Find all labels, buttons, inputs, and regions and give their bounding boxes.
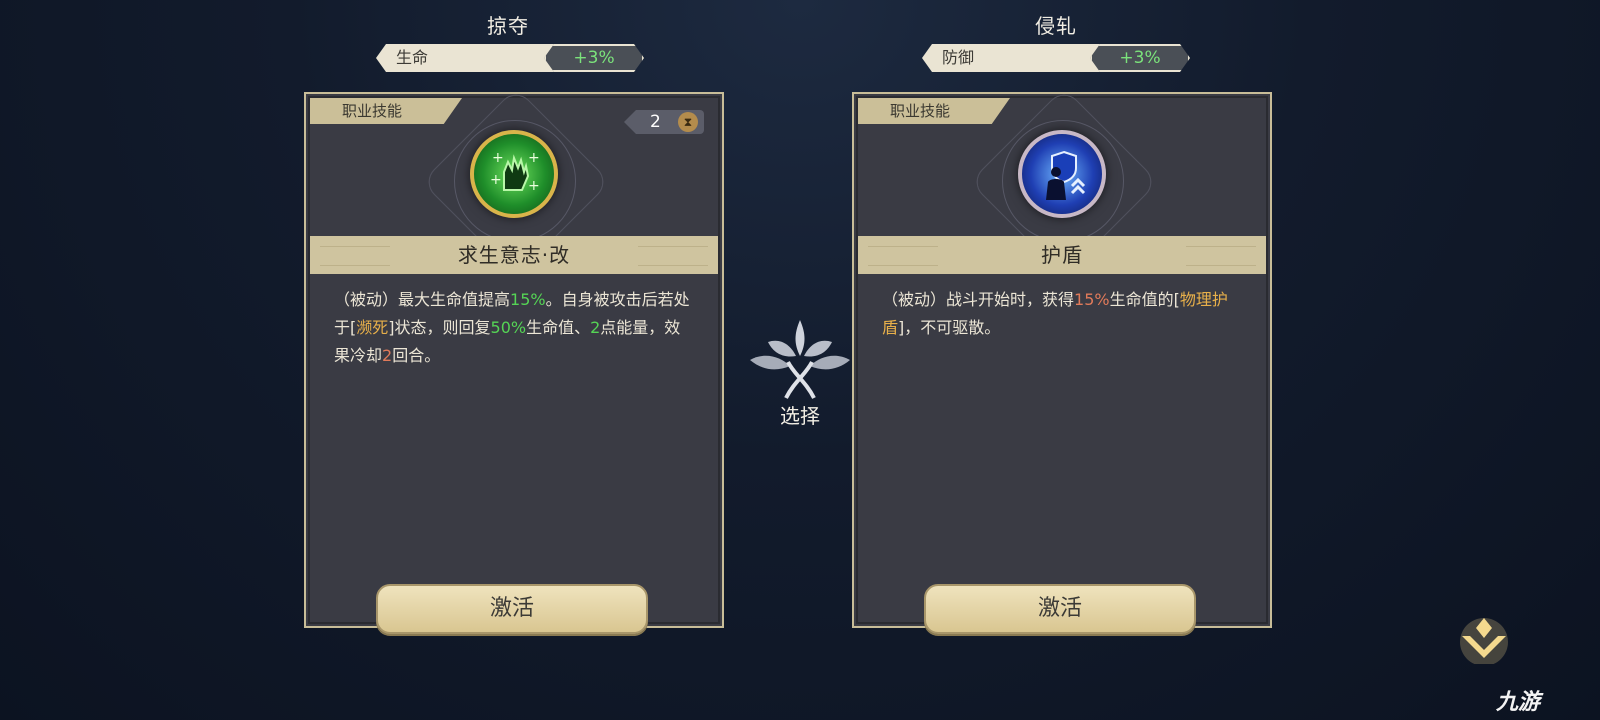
desc-segment: 濒死 [356,318,389,337]
ornament-right [638,246,708,266]
left-panel-title: 掠夺 [487,14,529,38]
watermark-logo: 九游 [1496,690,1541,715]
gloved-hand-heal-icon: + + + + [470,130,558,218]
left-stat-value: +3% [544,44,644,72]
right-skill-name-band: 护盾 [858,236,1266,274]
ornament-right [1186,246,1256,266]
select-tree-emblem[interactable] [736,312,864,402]
select-label[interactable]: 选择 [736,400,864,429]
desc-segment: 50% [490,318,527,337]
right-stat-label: 防御 [922,44,1102,72]
right-card-tab: 职业技能 [858,98,1010,124]
svg-text:+: + [528,150,540,166]
desc-segment: 2 [590,318,601,337]
desc-segment: ]状态，则回复 [388,318,491,337]
left-skill-name: 求生意志·改 [457,243,571,267]
left-activate-button[interactable]: 激活 [376,584,648,634]
left-skill-name-band: 求生意志·改 [310,236,718,274]
right-skill-card[interactable]: 职业技能 护盾 （被动）战斗开始时，获得15%生命值的[物理护盾]，不可驱散。 … [852,92,1272,634]
desc-segment: 生命值的[ [1109,290,1180,309]
shield-figure-icon [1018,130,1106,218]
right-stat-bar: 防御 +3% [922,44,1190,72]
hourglass-icon: ⧗ [678,112,698,132]
desc-segment: 15% [510,290,546,309]
right-skill-name: 护盾 [1041,243,1083,267]
desc-segment: ]，不可驱散。 [898,318,1001,337]
left-stat-label: 生命 [376,44,556,72]
ornament-left [868,246,938,266]
desc-segment: 2 [382,346,393,365]
left-skill-card[interactable]: 职业技能 2 ⧗ + + + + 求生意志·改 （被动）最大生命值提高15%。自… [304,92,724,634]
left-skill-description: （被动）最大生命值提高15%。自身被攻击后若处于[濒死]状态，则回复50%生命值… [334,286,694,370]
right-skill-description: （被动）战斗开始时，获得15%生命值的[物理护盾]，不可驱散。 [882,286,1242,342]
desc-segment: 15% [1074,290,1110,309]
right-activate-button[interactable]: 激活 [924,584,1196,634]
cooldown-badge: 2 ⧗ [624,110,704,134]
svg-text:+: + [490,172,502,188]
right-panel-title: 侵轧 [1035,14,1077,38]
cooldown-value: 2 [650,112,661,132]
left-card-tab: 职业技能 [310,98,462,124]
left-stat-bar: 生命 +3% [376,44,644,72]
desc-segment: 回合。 [392,346,441,365]
desc-segment: （被动）战斗开始时，获得 [882,290,1075,309]
svg-text:+: + [492,150,504,166]
svg-text:+: + [528,178,540,194]
desc-segment: 生命值、 [526,318,591,337]
desc-segment: （被动）最大生命值提高 [334,290,511,309]
confirm-chevron-icon[interactable] [1454,614,1514,664]
ornament-left [320,246,390,266]
right-stat-value: +3% [1090,44,1190,72]
